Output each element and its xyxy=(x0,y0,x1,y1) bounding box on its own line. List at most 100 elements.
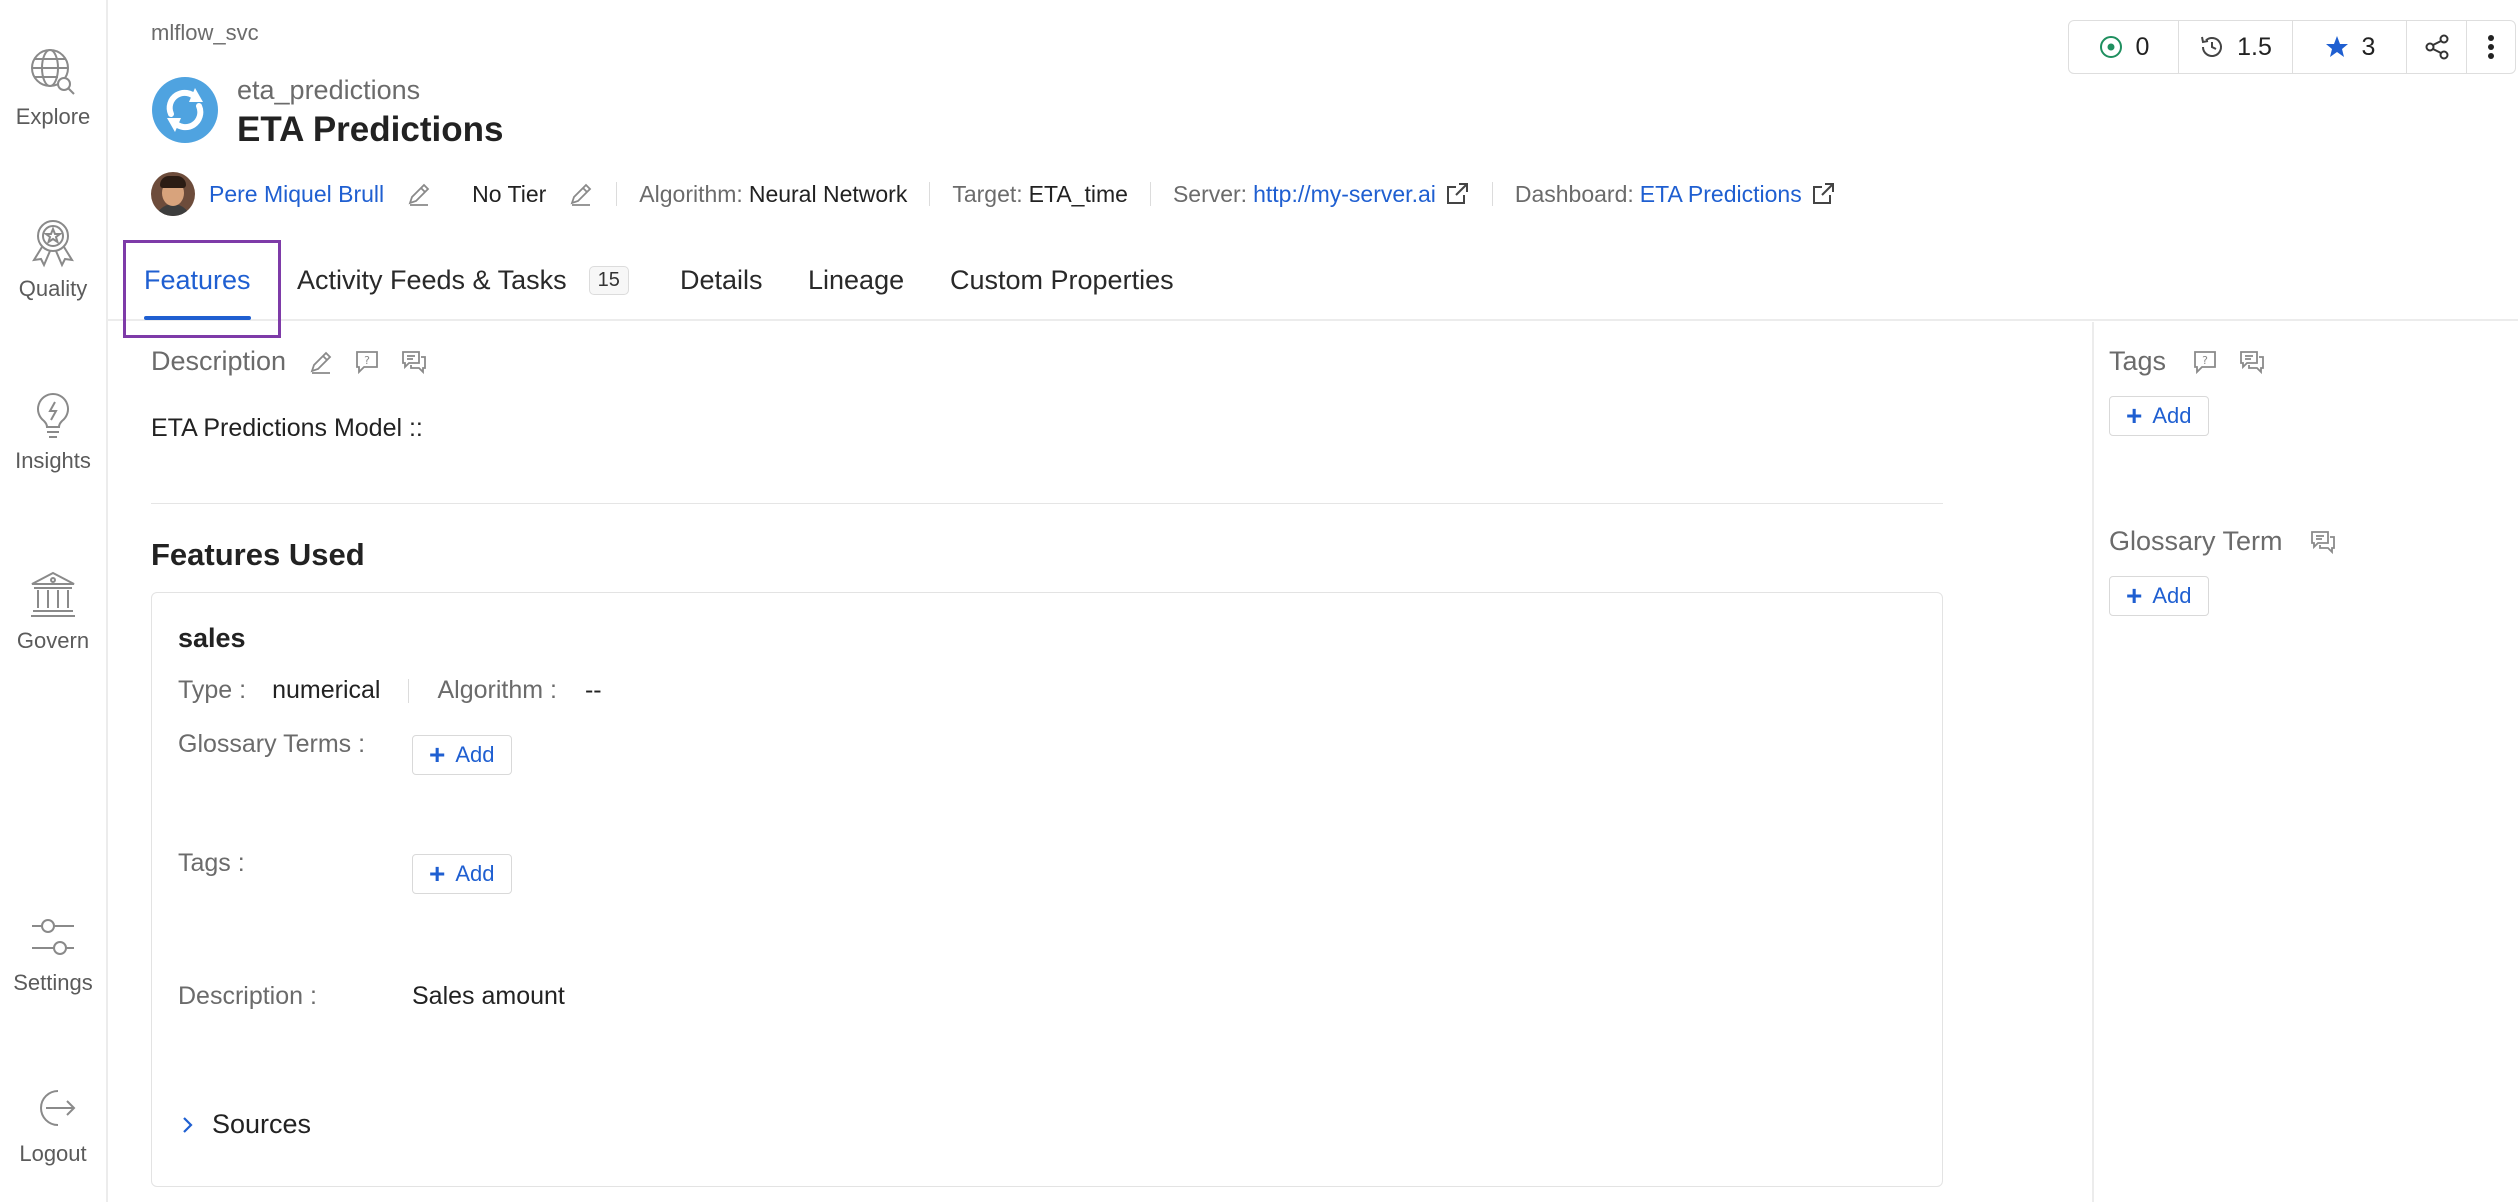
entity-tabs: Features Activity Feeds & Tasks 15 Detai… xyxy=(108,240,2518,321)
type-label: Type : xyxy=(178,676,247,704)
nav-insights[interactable]: Insights xyxy=(0,390,106,474)
badge-star-icon xyxy=(32,220,74,268)
feature-description-row: Description : xyxy=(178,982,317,1011)
mlmodel-logo-icon xyxy=(152,77,218,143)
nav-label-quality: Quality xyxy=(18,276,88,301)
glossary-terms-label: Glossary Terms : xyxy=(178,730,366,758)
breadcrumb[interactable]: mlflow_svc xyxy=(151,20,259,46)
description-text: ETA Predictions Model :: xyxy=(151,414,423,442)
tags-label: Tags : xyxy=(178,849,245,877)
feature-type-row: Type : numerical Algorithm : -- xyxy=(178,676,602,705)
target-label: Target: xyxy=(952,180,1023,207)
entity-meta-row: Pere Miquel Brull No Tier Algorithm: Neu… xyxy=(151,172,1836,216)
tags-header: Tags ? xyxy=(2109,346,2266,377)
sources-toggle[interactable]: Sources xyxy=(178,1109,311,1140)
edit-description-icon[interactable] xyxy=(308,349,334,375)
add-label: Add xyxy=(2152,583,2192,608)
request-tags-icon[interactable]: ? xyxy=(2192,349,2218,375)
add-tag-button[interactable]: + Add xyxy=(2109,396,2209,436)
external-link-icon[interactable] xyxy=(1810,181,1836,207)
nav-label-govern: Govern xyxy=(16,628,90,653)
edit-tier-icon[interactable] xyxy=(568,181,594,207)
tab-lineage[interactable]: Lineage xyxy=(808,240,904,320)
version-button[interactable]: 1.5 xyxy=(2179,21,2293,73)
more-options-button[interactable] xyxy=(2467,21,2515,73)
history-icon xyxy=(2201,36,2223,57)
plus-icon: + xyxy=(429,739,446,770)
nav-logout[interactable]: Logout xyxy=(0,1083,106,1167)
tab-label: Features xyxy=(144,264,251,295)
side-navigation: Explore Quality Insights Govern Settings… xyxy=(0,0,108,1202)
plus-icon: + xyxy=(2126,400,2143,431)
avatar[interactable] xyxy=(151,172,195,216)
nav-govern[interactable]: Govern xyxy=(0,570,106,654)
divider xyxy=(1149,182,1151,206)
share-button[interactable] xyxy=(2407,21,2467,73)
follow-button[interactable]: 0 xyxy=(2069,21,2179,73)
algorithm-label: Algorithm : xyxy=(437,676,557,704)
active-tab-indicator xyxy=(144,316,251,320)
tab-details[interactable]: Details xyxy=(680,240,763,320)
external-link-icon[interactable] xyxy=(1444,181,1470,207)
feature-card: sales Type : numerical Algorithm : -- Gl… xyxy=(151,592,1943,1187)
section-divider xyxy=(151,503,1943,504)
divider xyxy=(929,182,931,206)
description-header: Description ? xyxy=(151,346,428,377)
main-content: mlflow_svc eta_predictions ETA Predictio… xyxy=(108,0,2518,1202)
add-tag-button[interactable]: + Add xyxy=(412,854,512,894)
follow-icon xyxy=(2099,36,2122,58)
entity-actions: 0 1.5 3 xyxy=(2068,20,2516,74)
dashboard-label: Dashboard: xyxy=(1514,180,1634,207)
svg-text:?: ? xyxy=(364,354,370,367)
divider xyxy=(616,182,618,206)
chevron-right-icon xyxy=(183,1116,193,1133)
add-label: Add xyxy=(455,742,495,767)
type-value: numerical xyxy=(272,676,381,704)
star-button[interactable]: 3 xyxy=(2293,21,2407,73)
nav-label-settings: Settings xyxy=(13,970,93,995)
feature-description-label: Description : xyxy=(178,982,317,1010)
add-label: Add xyxy=(2152,403,2192,428)
star-icon xyxy=(2325,36,2348,57)
tab-activity-feeds[interactable]: Activity Feeds & Tasks 15 xyxy=(297,240,629,320)
nav-explore[interactable]: Explore xyxy=(0,46,106,130)
divider xyxy=(408,678,410,703)
nav-settings[interactable]: Settings xyxy=(0,912,106,996)
server-link[interactable]: http://my-server.ai xyxy=(1253,181,1436,208)
page-title: ETA Predictions xyxy=(237,110,504,149)
add-label: Add xyxy=(455,861,495,886)
conversation-icon[interactable] xyxy=(2309,529,2337,555)
feature-name: sales xyxy=(178,623,246,653)
server-label: Server: xyxy=(1172,180,1248,207)
nav-label-insights: Insights xyxy=(15,448,91,473)
sources-label: Sources xyxy=(212,1109,312,1139)
conversation-icon[interactable] xyxy=(400,349,428,375)
target-value: ETA_time xyxy=(1028,180,1128,207)
request-description-icon[interactable]: ? xyxy=(354,349,380,375)
dashboard-link[interactable]: ETA Predictions xyxy=(1640,181,1802,208)
divider xyxy=(1491,182,1493,206)
svg-text:?: ? xyxy=(2202,354,2208,367)
lightbulb-icon xyxy=(37,392,69,438)
stars-count: 3 xyxy=(2361,32,2376,61)
plus-icon: + xyxy=(2126,580,2143,611)
tab-features[interactable]: Features xyxy=(144,240,251,320)
tab-count-badge: 15 xyxy=(588,265,629,295)
owner-link[interactable]: Pere Miquel Brull xyxy=(209,181,384,208)
add-glossary-term-button[interactable]: + Add xyxy=(2109,576,2209,616)
nav-quality[interactable]: Quality xyxy=(0,218,106,302)
right-panel: Tags ? + Add Glossary Term + Add xyxy=(2092,322,2518,1202)
tier-label: No Tier xyxy=(472,180,547,207)
followers-count: 0 xyxy=(2135,32,2150,61)
globe-search-icon xyxy=(31,49,75,95)
add-glossary-term-button[interactable]: + Add xyxy=(412,735,512,775)
share-icon xyxy=(2425,34,2448,60)
glossary-term-header: Glossary Term xyxy=(2109,526,2337,557)
conversation-icon[interactable] xyxy=(2238,349,2266,375)
tab-custom-properties[interactable]: Custom Properties xyxy=(950,240,1174,320)
plus-icon: + xyxy=(429,858,446,889)
more-vertical-icon xyxy=(2488,35,2494,59)
edit-owner-icon[interactable] xyxy=(406,181,432,207)
bank-icon xyxy=(31,571,75,617)
glossary-terms-row: Glossary Terms : xyxy=(178,730,365,759)
